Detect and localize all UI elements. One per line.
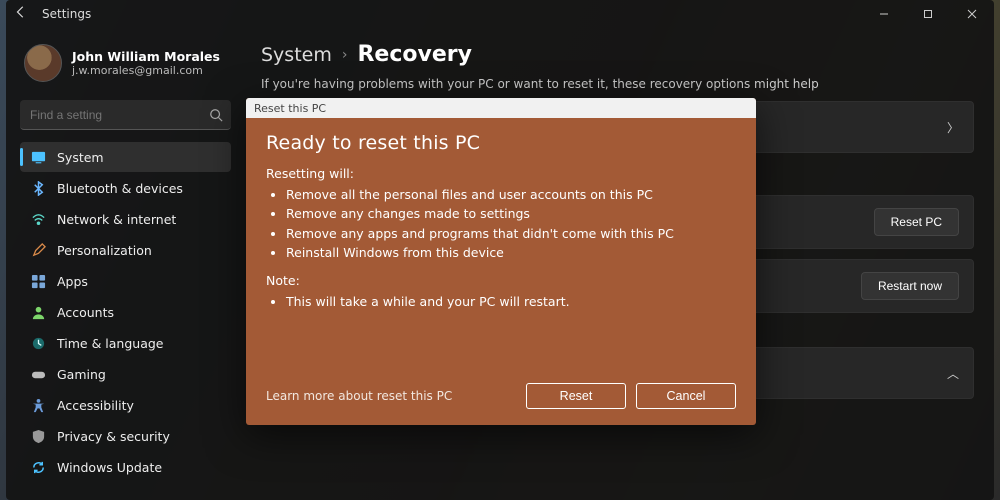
sidebar-item-label: Gaming: [57, 367, 106, 382]
update-icon: [30, 459, 46, 475]
maximize-button[interactable]: [906, 0, 950, 28]
sidebar-item-update[interactable]: Windows Update: [20, 452, 231, 482]
chevron-up-icon: ︿: [947, 365, 959, 382]
learn-more-link[interactable]: Learn more about reset this PC: [266, 389, 516, 403]
dialog-bullet-list: Remove all the personal files and user a…: [266, 185, 736, 263]
profile-name: John William Morales: [72, 49, 220, 65]
clock-icon: [30, 335, 46, 351]
chevron-right-icon: ›: [342, 47, 348, 63]
sidebar-item-label: Accessibility: [57, 398, 134, 413]
dialog-note-label: Note:: [266, 273, 736, 288]
sidebar-item-label: Privacy & security: [57, 429, 170, 444]
sidebar-item-label: Network & internet: [57, 212, 176, 227]
profile-email: j.w.morales@gmail.com: [72, 64, 220, 77]
sidebar-item-label: System: [57, 150, 104, 165]
profile-block[interactable]: John William Morales j.w.morales@gmail.c…: [20, 36, 231, 96]
dialog-note: This will take a while and your PC will …: [286, 292, 736, 311]
chevron-right-icon: 〉: [947, 119, 959, 136]
page-title: Recovery: [357, 42, 471, 67]
gamepad-icon: [30, 366, 46, 382]
cancel-button[interactable]: Cancel: [636, 383, 736, 409]
search-icon: [209, 107, 223, 126]
sidebar-item-label: Personalization: [57, 243, 152, 258]
dialog-bullet: Remove all the personal files and user a…: [286, 185, 736, 204]
shield-icon: [30, 428, 46, 444]
dialog-bullet: Remove any changes made to settings: [286, 204, 736, 223]
sidebar-item-apps[interactable]: Apps: [20, 266, 231, 296]
sidebar-item-label: Accounts: [57, 305, 114, 320]
dialog-heading: Ready to reset this PC: [266, 132, 736, 154]
sidebar-item-accounts[interactable]: Accounts: [20, 297, 231, 327]
dialog-subheading: Resetting will:: [266, 166, 736, 181]
bluetooth-icon: [30, 180, 46, 196]
restart-now-button[interactable]: Restart now: [861, 272, 959, 300]
reset-pc-dialog: Reset this PC Ready to reset this PC Res…: [246, 98, 756, 425]
sidebar-item-gaming[interactable]: Gaming: [20, 359, 231, 389]
close-button[interactable]: [950, 0, 994, 28]
sidebar: John William Morales j.w.morales@gmail.c…: [6, 28, 241, 500]
person-icon: [30, 304, 46, 320]
sidebar-item-network[interactable]: Network & internet: [20, 204, 231, 234]
sidebar-item-time[interactable]: Time & language: [20, 328, 231, 358]
search-input[interactable]: [20, 100, 231, 130]
avatar: [24, 44, 62, 82]
dialog-note-list: This will take a while and your PC will …: [266, 292, 736, 311]
titlebar: Settings: [6, 0, 994, 28]
apps-icon: [30, 273, 46, 289]
sidebar-item-bluetooth[interactable]: Bluetooth & devices: [20, 173, 231, 203]
sidebar-item-label: Bluetooth & devices: [57, 181, 183, 196]
breadcrumb-parent[interactable]: System: [261, 44, 332, 66]
minimize-button[interactable]: [862, 0, 906, 28]
reset-button[interactable]: Reset: [526, 383, 626, 409]
nav-list: System Bluetooth & devices Network & int…: [20, 142, 231, 482]
breadcrumb: System › Recovery: [261, 42, 974, 67]
dialog-bullet: Reinstall Windows from this device: [286, 243, 736, 262]
wifi-icon: [30, 211, 46, 227]
sidebar-item-label: Windows Update: [57, 460, 162, 475]
brush-icon: [30, 242, 46, 258]
intro-text: If you're having problems with your PC o…: [261, 77, 974, 91]
sidebar-item-label: Time & language: [57, 336, 163, 351]
sidebar-item-personalization[interactable]: Personalization: [20, 235, 231, 265]
sidebar-item-privacy[interactable]: Privacy & security: [20, 421, 231, 451]
display-icon: [30, 149, 46, 165]
sidebar-item-accessibility[interactable]: Accessibility: [20, 390, 231, 420]
dialog-titlebar: Reset this PC: [246, 98, 756, 118]
sidebar-item-label: Apps: [57, 274, 88, 289]
window-title: Settings: [42, 7, 91, 21]
accessibility-icon: [30, 397, 46, 413]
sidebar-item-system[interactable]: System: [20, 142, 231, 172]
reset-pc-button[interactable]: Reset PC: [874, 208, 959, 236]
back-button[interactable]: [6, 5, 36, 23]
dialog-bullet: Remove any apps and programs that didn't…: [286, 224, 736, 243]
